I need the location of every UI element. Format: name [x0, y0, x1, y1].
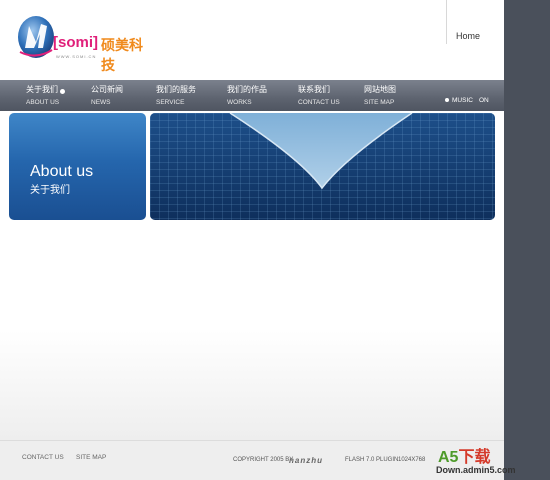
active-indicator-dot-icon: [60, 89, 65, 94]
logo-brand-text: [somi]: [53, 34, 98, 51]
footer-sitemap-link[interactable]: SITE MAP: [76, 454, 106, 461]
about-title-en: About us: [30, 163, 94, 180]
logo-mark-icon: [18, 16, 54, 58]
main-navigation: 关于我们 ABOUT US 公司新闻 NEWS 我们的服务 SERVICE 我们…: [0, 80, 504, 111]
nav-item-en-label: NEWS: [91, 99, 111, 106]
watermark: A5下载 Down.admin5.com: [436, 443, 550, 480]
nav-item-en-label: SERVICE: [156, 99, 185, 106]
company-logo[interactable]: [somi] 硕美科技 WWW.SOMI.CN: [16, 14, 156, 74]
nav-item-cn-label: 我们的服务: [156, 85, 196, 94]
right-side-panel: [504, 0, 550, 480]
designer-logo[interactable]: nanzhu: [289, 456, 323, 465]
about-title-cn: 关于我们: [30, 185, 70, 196]
content-area: [0, 330, 504, 440]
logo-url-text: WWW.SOMI.CN: [56, 54, 97, 59]
nav-item-cn-label: 关于我们: [26, 85, 58, 94]
nav-item-contact-us[interactable]: 联系我们 CONTACT US: [298, 85, 340, 107]
copyright-text: COPYRIGHT 2005 BY: [233, 457, 294, 463]
nav-item-cn-label: 网站地图: [364, 85, 396, 94]
watermark-url: Down.admin5.com: [436, 465, 516, 475]
nav-item-cn-label: 联系我们: [298, 85, 330, 94]
banner-building-image: [150, 113, 495, 220]
nav-item-cn-label: 公司新闻: [91, 85, 123, 94]
nav-item-en-label: SITE MAP: [364, 99, 395, 106]
header-divider: [446, 0, 447, 44]
music-state: ON: [478, 97, 489, 104]
nav-item-news[interactable]: 公司新闻 NEWS: [91, 85, 123, 107]
nav-item-site-map[interactable]: 网站地图 SITE MAP: [364, 85, 396, 107]
watermark-brand: A5下载: [438, 449, 491, 466]
nav-item-en-label: CONTACT US: [298, 99, 340, 106]
music-toggle[interactable]: MUSIC ON: [452, 97, 489, 104]
footer: CONTACT US SITE MAP COPYRIGHT 2005 BY na…: [0, 440, 504, 480]
nav-item-works[interactable]: 我们的作品 WORKS: [227, 85, 267, 107]
banner-building-graphic: [150, 113, 495, 220]
music-dot-icon: [445, 98, 449, 102]
about-us-panel: About us 关于我们: [9, 113, 146, 220]
logo-chinese-name: 硕美科技: [101, 38, 143, 74]
footer-contact-link[interactable]: CONTACT US: [22, 454, 64, 461]
nav-item-cn-label: 我们的作品: [227, 85, 267, 94]
nav-item-about-us[interactable]: 关于我们 ABOUT US: [26, 85, 59, 107]
music-label: MUSIC: [452, 97, 473, 104]
nav-item-en-label: WORKS: [227, 99, 252, 106]
home-link[interactable]: Home: [456, 31, 480, 41]
header: [somi] 硕美科技 WWW.SOMI.CN Home: [0, 0, 504, 80]
resolution-note: 1024X768: [398, 457, 426, 463]
flash-plugin-note: FLASH 7.0 PLUGIN: [345, 457, 399, 463]
nav-item-en-label: ABOUT US: [26, 99, 60, 106]
nav-item-service[interactable]: 我们的服务 SERVICE: [156, 85, 196, 107]
